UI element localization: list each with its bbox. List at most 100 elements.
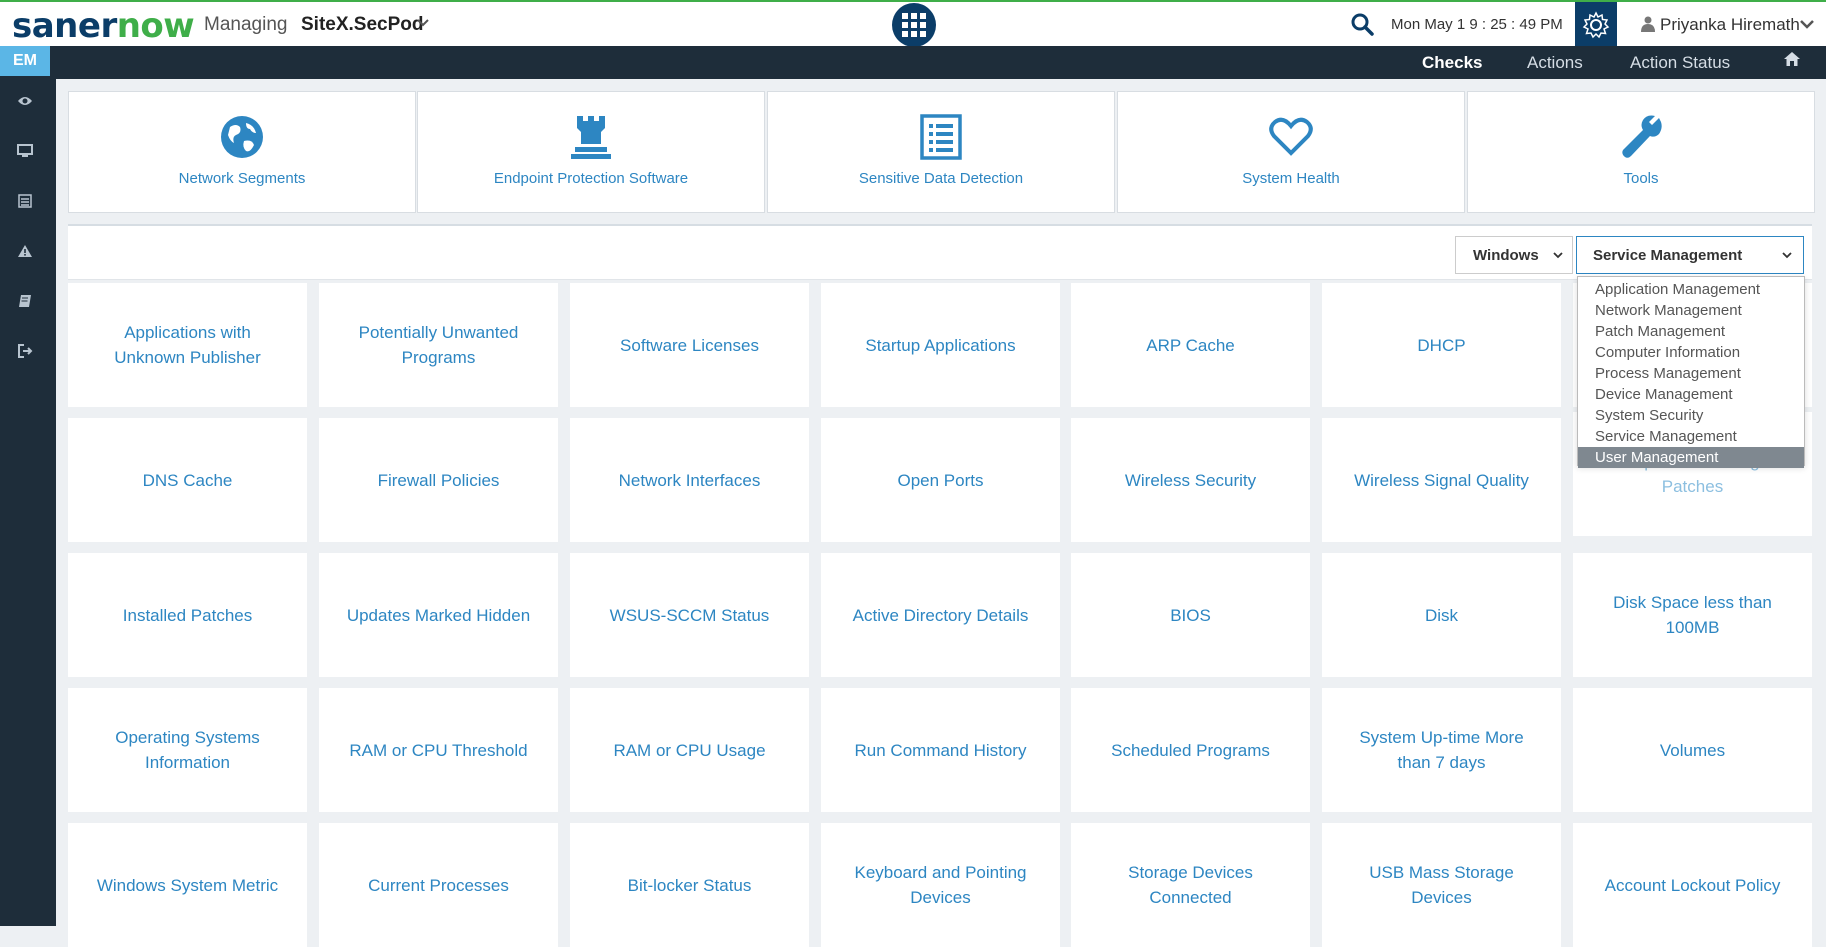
logout-icon[interactable] [0,326,50,376]
check-tile[interactable]: Wireless Signal Quality [1322,418,1561,542]
check-tile[interactable]: ARP Cache [1071,283,1310,407]
site-selector[interactable]: SiteX.SecPod [301,14,424,36]
check-tile[interactable]: Scheduled Programs [1071,688,1310,812]
category-network-segments[interactable]: Network Segments [68,91,416,213]
check-tile[interactable]: System Up-time More than 7 days [1322,688,1561,812]
check-tile-label: Installed Patches [123,603,252,628]
dropdown-option[interactable]: System Security [1578,405,1804,426]
check-tile[interactable]: Disk [1322,553,1561,677]
check-label-line: Windows System Metric [96,875,279,895]
check-tile[interactable]: RAM or CPU Threshold [319,688,558,812]
check-tile[interactable]: Disk Space less than 100MB [1573,553,1812,677]
nav-actions[interactable]: Actions [1527,53,1583,73]
check-tile[interactable]: Run Command History [821,688,1060,812]
check-tile[interactable]: BIOS [1071,553,1310,677]
home-icon[interactable] [1783,51,1801,72]
chevron-down-icon[interactable] [416,12,430,37]
check-tile[interactable]: Updates Marked Hidden [319,553,558,677]
category-tools[interactable]: Tools [1467,91,1815,213]
check-tile-label: Bit-locker Status [628,873,752,898]
category-select[interactable]: Service Management [1576,236,1804,274]
check-tile[interactable]: Startup Applications [821,283,1060,407]
check-label-line: Volumes [1659,740,1726,760]
check-tile-label: Wireless Signal Quality [1354,468,1529,493]
dropdown-option[interactable]: Application Management [1578,279,1804,300]
check-tile[interactable]: Installed Patches [68,553,307,677]
check-tile[interactable]: Operating Systems Information [68,688,307,812]
dropdown-option[interactable]: Process Management [1578,363,1804,384]
check-tile[interactable]: Current Processes [319,823,558,947]
nav-action-status[interactable]: Action Status [1630,53,1730,73]
check-tile[interactable]: Account Lockout Policy [1573,823,1812,947]
check-tile-label: Active Directory Details [853,603,1029,628]
chevron-down-icon[interactable] [1799,14,1815,39]
check-tile-label: Potentially Unwanted Programs [359,320,519,370]
check-tile[interactable]: RAM or CPU Usage [570,688,809,812]
check-tile[interactable]: Wireless Security [1071,418,1310,542]
check-tile[interactable]: Bit-locker Status [570,823,809,947]
user-menu[interactable]: Priyanka Hiremath [1660,15,1800,35]
check-label-line: Devices [1411,888,1472,907]
category-system-health[interactable]: System Health [1117,91,1465,213]
check-tile-label: Operating Systems Information [115,725,260,775]
check-tile[interactable]: Windows System Metric [68,823,307,947]
check-tile[interactable]: WSUS-SCCM Status [570,553,809,677]
check-tile-label: Startup Applications [865,333,1015,358]
check-label-line: Software Licenses [620,335,759,355]
check-label-line: Potentially Unwanted [358,323,519,342]
category-dropdown-list: Application Management Network Management… [1577,276,1805,468]
grid-icon [902,13,926,37]
dropdown-option[interactable]: Service Management [1578,426,1804,447]
settings-button[interactable] [1575,2,1617,48]
chevron-down-icon [1552,245,1564,268]
saner-now-logo[interactable]: sanernow [12,6,195,46]
dropdown-option[interactable]: Computer Information [1578,342,1804,363]
check-tile[interactable]: Software Licenses [570,283,809,407]
category-select-value: Service Management [1593,246,1743,264]
warning-icon[interactable] [0,226,50,276]
sidebar: EM [0,46,56,926]
check-label-line: RAM or CPU Usage [613,740,766,760]
list-icon[interactable] [0,176,50,226]
monitor-icon[interactable] [0,126,50,176]
check-tile[interactable]: Applications with Unknown Publisher [68,283,307,407]
check-label-line: DNS Cache [142,470,233,490]
search-icon[interactable] [1350,12,1374,41]
check-tile[interactable]: Potentially Unwanted Programs [319,283,558,407]
eye-icon[interactable] [0,76,50,126]
check-label-line: DHCP [1417,335,1466,355]
check-tile[interactable]: DNS Cache [68,418,307,542]
datetime-display: Mon May 1 9 : 25 : 49 PM [1391,16,1563,33]
dropdown-option[interactable]: Device Management [1578,384,1804,405]
gear-icon [1582,11,1610,39]
check-tile[interactable]: Storage Devices Connected [1071,823,1310,947]
check-tile[interactable]: DHCP [1322,283,1561,407]
category-sensitive-data[interactable]: Sensitive Data Detection [767,91,1115,213]
check-tile[interactable]: Keyboard and Pointing Devices [821,823,1060,947]
check-tile[interactable]: Volumes [1573,688,1812,812]
os-select[interactable]: Windows [1455,236,1573,274]
dropdown-option[interactable]: Network Management [1578,300,1804,321]
check-tile[interactable]: Open Ports [821,418,1060,542]
category-label: Network Segments [178,170,306,187]
globe-icon [220,114,264,160]
app-grid-button[interactable] [892,3,936,47]
check-label-line: Information [144,753,231,772]
book-icon[interactable] [0,276,50,326]
check-tile-label: Disk [1425,603,1458,628]
nav-checks[interactable]: Checks [1422,53,1482,73]
check-tile[interactable]: Firewall Policies [319,418,558,542]
check-label-line: Unknown Publisher [114,348,261,367]
category-label: System Health [1242,170,1340,187]
dropdown-option[interactable]: User Management [1578,447,1804,468]
check-tile-label: Firewall Policies [378,468,500,493]
check-tile-label: Open Ports [898,468,984,493]
em-badge[interactable]: EM [0,46,50,76]
check-tile[interactable]: Network Interfaces [570,418,809,542]
dropdown-option[interactable]: Patch Management [1578,321,1804,342]
category-endpoint-protection[interactable]: Endpoint Protection Software [417,91,765,213]
check-label-line: Open Ports [897,470,984,490]
check-tile[interactable]: Active Directory Details [821,553,1060,677]
check-tile-label: Windows System Metric [97,873,278,898]
check-tile[interactable]: USB Mass Storage Devices [1322,823,1561,947]
